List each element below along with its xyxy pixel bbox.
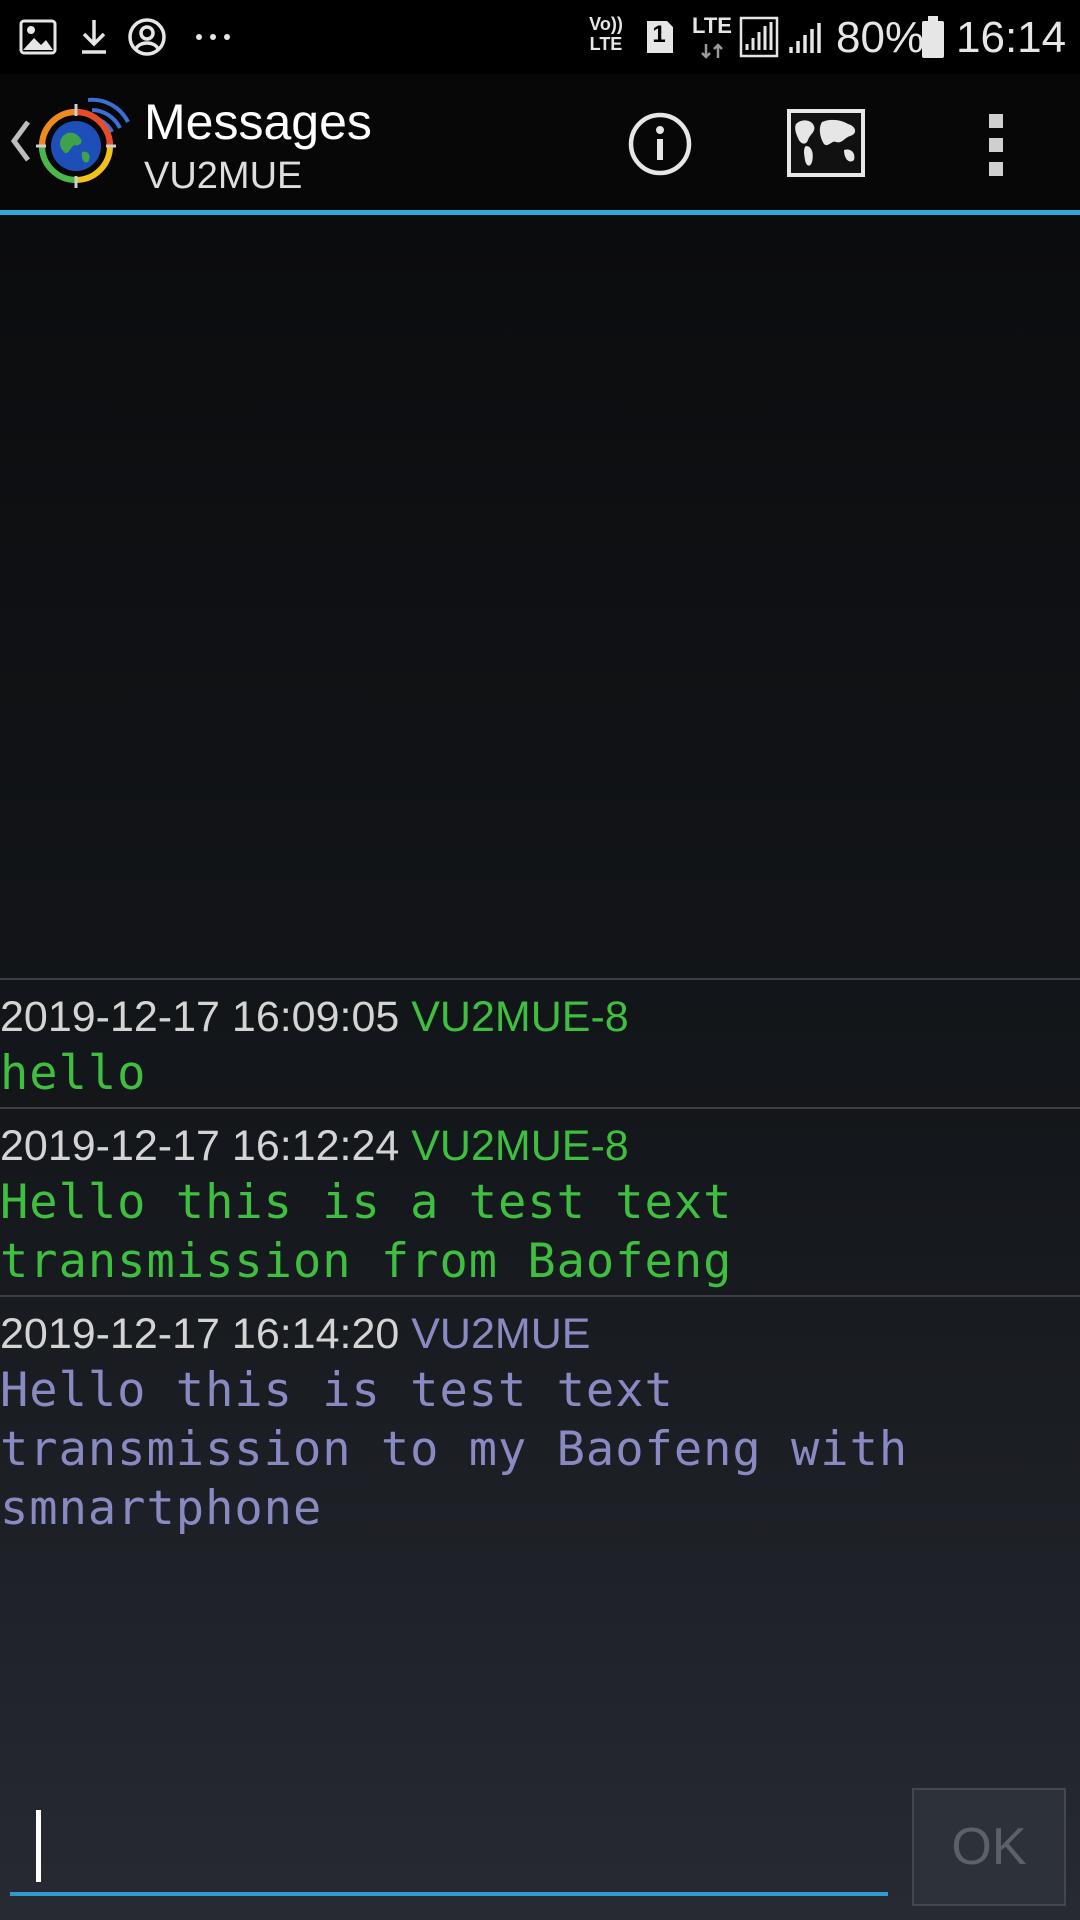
action-bar: Messages VU2MUE	[0, 74, 1080, 210]
message-timestamp: 2019-12-17 16:12:24	[0, 1122, 400, 1170]
download-icon	[76, 14, 112, 60]
home-up-button[interactable]	[0, 74, 134, 210]
data-arrows-icon	[694, 42, 730, 60]
message-callsign: VU2MUE	[411, 1310, 591, 1358]
signal-2-icon	[786, 14, 824, 60]
message-item[interactable]: 2019-12-17 16:09:05 VU2MUE-8 hello	[0, 978, 1080, 1107]
battery-icon	[920, 14, 946, 60]
message-item[interactable]: 2019-12-17 16:12:24 VU2MUE-8 Hello this …	[0, 1107, 1080, 1295]
sim-icon: 1	[644, 14, 676, 60]
info-button[interactable]	[618, 102, 702, 186]
volte-top-label: Vo))	[589, 14, 623, 34]
message-header: 2019-12-17 16:12:24 VU2MUE-8	[0, 1119, 1080, 1173]
map-button[interactable]	[786, 108, 870, 182]
message-timestamp: 2019-12-17 16:09:05	[0, 993, 400, 1041]
message-text: Hello this is test text transmission to …	[0, 1363, 909, 1536]
more-notifications-icon	[194, 14, 234, 60]
message-text: hello	[0, 1046, 147, 1101]
overflow-menu-button[interactable]	[976, 112, 1016, 178]
account-icon	[126, 14, 168, 60]
map-icon	[786, 109, 866, 182]
volte-bottom-label: LTE	[589, 34, 623, 54]
signal-icon	[738, 14, 780, 60]
message-list[interactable]: 2019-12-17 16:09:05 VU2MUE-8 hello 2019-…	[0, 978, 1080, 1542]
page-title: Messages	[144, 94, 372, 150]
app-logo-icon	[36, 90, 132, 195]
sim-slot-label: 1	[652, 21, 666, 48]
battery-percent: 80%	[836, 13, 925, 62]
message-header: 2019-12-17 16:14:20 VU2MUE	[0, 1307, 1080, 1361]
message-input[interactable]	[10, 1790, 888, 1896]
overflow-menu-icon	[976, 114, 1016, 182]
text-cursor	[36, 1810, 41, 1882]
network-type-label: LTE	[692, 13, 732, 38]
back-icon	[8, 118, 32, 169]
status-bar: Vo)) LTE 1 LTE 80% 16:14	[0, 0, 1080, 74]
message-callsign: VU2MUE-8	[411, 993, 629, 1041]
gallery-icon	[18, 14, 58, 60]
message-callsign: VU2MUE-8	[411, 1122, 629, 1170]
clock: 16:14	[956, 13, 1067, 62]
message-header: 2019-12-17 16:09:05 VU2MUE-8	[0, 990, 1080, 1044]
message-item[interactable]: 2019-12-17 16:14:20 VU2MUE Hello this is…	[0, 1295, 1080, 1542]
ok-button[interactable]: OK	[912, 1788, 1066, 1906]
message-text: Hello this is a test text transmission f…	[0, 1175, 733, 1289]
info-icon	[618, 112, 702, 190]
message-timestamp: 2019-12-17 16:14:20	[0, 1310, 400, 1358]
page-subtitle: VU2MUE	[144, 155, 303, 197]
